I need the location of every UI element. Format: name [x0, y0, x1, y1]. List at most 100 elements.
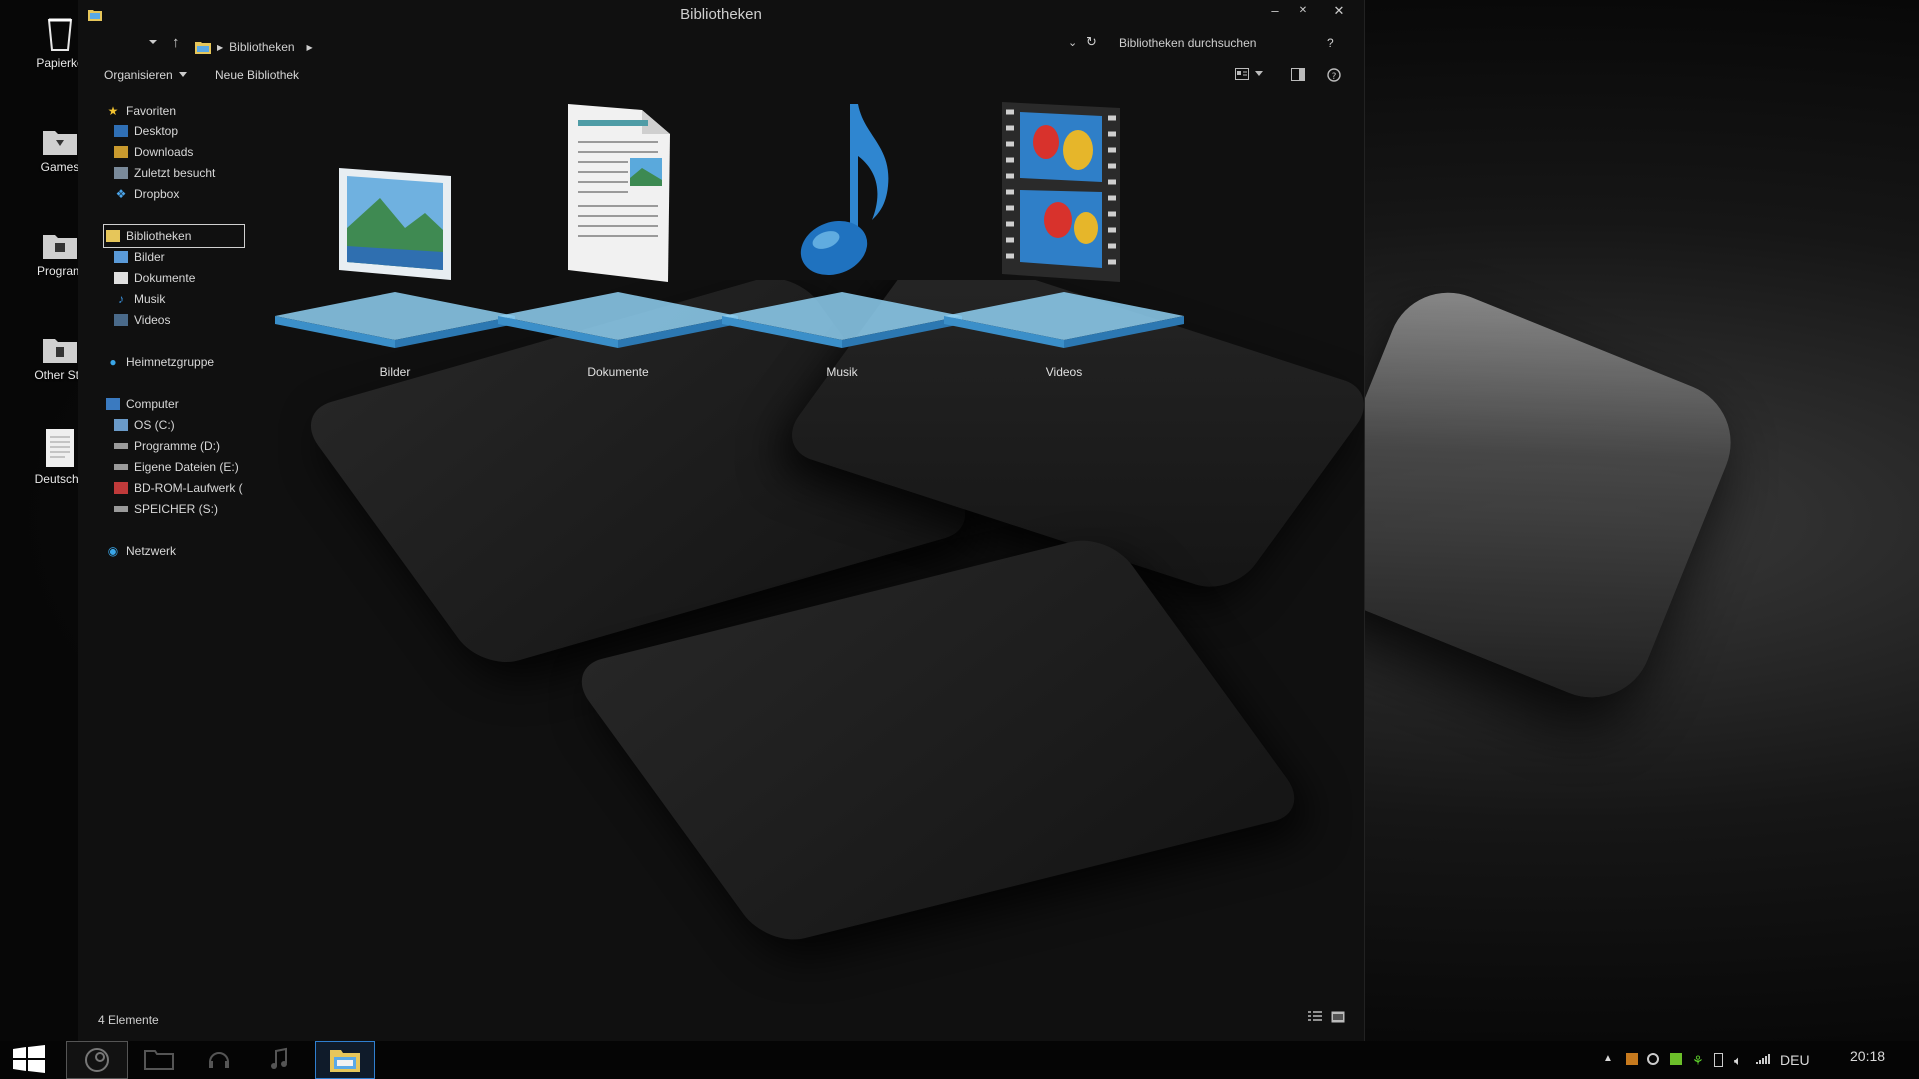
- tray-app-1[interactable]: [1626, 1053, 1638, 1068]
- music-library-icon: [800, 104, 889, 276]
- pedestal-icon: [275, 292, 515, 348]
- clock[interactable]: 20:18: [1850, 1048, 1885, 1064]
- start-button[interactable]: [0, 1041, 58, 1077]
- library-tile-videos[interactable]: Videos: [934, 102, 1194, 388]
- videos-library-icon: [1002, 102, 1120, 282]
- taskbar-app-steam[interactable]: [66, 1041, 128, 1079]
- battery-icon: [1714, 1053, 1723, 1067]
- preview-pane-button[interactable]: [1291, 68, 1305, 84]
- recent-locations-dropdown[interactable]: [148, 36, 158, 58]
- taskbar-app-explorer[interactable]: [315, 1041, 375, 1079]
- tray-network[interactable]: [1756, 1053, 1770, 1068]
- computer-icon: [106, 398, 120, 410]
- minimize-button[interactable]: –: [1262, 1, 1288, 21]
- breadcrumb[interactable]: ▶ Bibliotheken ▶: [195, 36, 313, 58]
- nav-label: Bibliotheken: [126, 229, 192, 243]
- folder-icon: [40, 320, 80, 364]
- nav-homegroup[interactable]: ● Heimnetzgruppe: [106, 353, 214, 371]
- desktop-icon: [114, 125, 128, 137]
- change-view-button[interactable]: [1235, 68, 1263, 80]
- chevron-right-icon: ▶: [217, 42, 224, 52]
- steam-icon: [85, 1048, 109, 1072]
- library-icon: [106, 230, 120, 242]
- optical-drive-icon: [114, 482, 128, 494]
- arrow-up-icon: ↑: [172, 34, 180, 51]
- help-button[interactable]: ?: [1327, 68, 1341, 85]
- chevron-down-icon: ⌄: [1068, 37, 1078, 49]
- nav-libraries[interactable]: Bibliotheken: [103, 224, 245, 248]
- tray-steam[interactable]: [1647, 1053, 1659, 1068]
- nav-item-drive-c[interactable]: OS (C:): [114, 416, 175, 434]
- close-button[interactable]: ✕: [1326, 1, 1352, 21]
- breadcrumb-item[interactable]: Bibliotheken: [229, 40, 294, 54]
- videos-icon: [114, 314, 128, 326]
- up-button[interactable]: ↑: [172, 34, 180, 56]
- nav-item-videos[interactable]: Videos: [114, 311, 170, 329]
- input-language[interactable]: DEU: [1780, 1052, 1810, 1068]
- search-input[interactable]: Bibliotheken durchsuchen: [1119, 36, 1299, 58]
- title-bar[interactable]: Bibliotheken – ✕ ✕: [78, 0, 1364, 30]
- taskbar-app-folder[interactable]: [130, 1041, 188, 1077]
- library-tile-musik[interactable]: Musik: [712, 104, 972, 388]
- tray-volume[interactable]: 🔈︎: [1734, 1053, 1742, 1069]
- headphones-icon: [209, 1052, 229, 1068]
- nav-item-recent[interactable]: Zuletzt besucht: [114, 164, 215, 182]
- nav-label: Programme (D:): [134, 439, 221, 453]
- nav-label: Dokumente: [134, 271, 196, 285]
- recent-places-icon: [114, 167, 128, 179]
- nav-item-dokumente[interactable]: Dokumente: [114, 269, 195, 287]
- taskbar-app-media[interactable]: [190, 1041, 248, 1077]
- organize-button[interactable]: Organisieren: [104, 68, 187, 82]
- nav-item-downloads[interactable]: Downloads: [114, 143, 193, 161]
- star-icon: ★: [107, 104, 119, 118]
- nav-label: Favoriten: [126, 104, 177, 118]
- documents-icon: [114, 272, 128, 284]
- details-view-button[interactable]: [1308, 1010, 1322, 1026]
- folder-icon: [40, 216, 80, 260]
- nav-label: Musik: [134, 292, 166, 306]
- nav-item-dropbox[interactable]: ❖ Dropbox: [114, 185, 180, 203]
- library-tile-bilder[interactable]: Bilder: [265, 118, 525, 388]
- recycle-bin-icon: [40, 8, 80, 52]
- razer-icon: ⚘: [1692, 1053, 1704, 1068]
- maximize-button[interactable]: ✕: [1290, 1, 1316, 21]
- nav-computer[interactable]: Computer: [106, 395, 179, 413]
- show-hidden-icons-button[interactable]: ▲: [1603, 1053, 1613, 1064]
- help-icon: ?: [1327, 68, 1341, 82]
- nav-item-musik[interactable]: ♪ Musik: [114, 290, 165, 308]
- large-icons-view-button[interactable]: [1331, 1010, 1345, 1026]
- nav-item-bilder[interactable]: Bilder: [114, 248, 165, 266]
- drive-icon: [114, 464, 128, 470]
- nav-label: Computer: [126, 397, 179, 411]
- nav-favorites[interactable]: ★ Favoriten: [106, 102, 176, 120]
- taskbar-app-music[interactable]: [250, 1041, 308, 1077]
- explorer-window: Bibliotheken – ✕ ✕ ↑ ▶ Bibliotheken ▶ ⌄ …: [78, 0, 1365, 1041]
- preview-pane-icon: [1291, 68, 1305, 81]
- tray-power[interactable]: [1714, 1053, 1723, 1070]
- library-tile-label: Musik: [826, 365, 858, 379]
- refresh-button[interactable]: ↻: [1086, 34, 1097, 56]
- file-explorer-icon: [330, 1050, 360, 1072]
- nav-label: BD-ROM-Laufwerk (: [134, 481, 243, 495]
- nav-item-drive-s[interactable]: SPEICHER (S:): [114, 500, 218, 518]
- pictures-library-icon: [339, 168, 451, 280]
- nav-item-drive-d[interactable]: Programme (D:): [114, 437, 220, 455]
- help-label[interactable]: ?: [1327, 36, 1334, 58]
- tray-razer[interactable]: ⚘: [1692, 1053, 1704, 1069]
- nav-item-drive-e[interactable]: Eigene Dateien (E:): [114, 458, 239, 476]
- refresh-icon: ↻: [1086, 34, 1097, 49]
- tray-nvidia[interactable]: [1670, 1053, 1682, 1068]
- pedestal-icon: [944, 292, 1184, 348]
- system-drive-icon: [114, 419, 128, 431]
- nav-item-desktop[interactable]: Desktop: [114, 122, 178, 140]
- address-history-button[interactable]: ⌄: [1068, 36, 1077, 58]
- nav-label: OS (C:): [134, 418, 175, 432]
- new-library-button[interactable]: Neue Bibliothek: [215, 68, 299, 82]
- folder-icon: [144, 1050, 174, 1070]
- documents-library-icon: [568, 104, 670, 282]
- library-tile-label: Bilder: [379, 365, 411, 379]
- status-item-count: 4 Elemente: [98, 1013, 159, 1027]
- library-tile-dokumente[interactable]: Dokumente: [488, 104, 748, 388]
- nav-item-bd-rom[interactable]: BD-ROM-Laufwerk (: [114, 479, 243, 497]
- nav-network[interactable]: ◉ Netzwerk: [106, 542, 176, 560]
